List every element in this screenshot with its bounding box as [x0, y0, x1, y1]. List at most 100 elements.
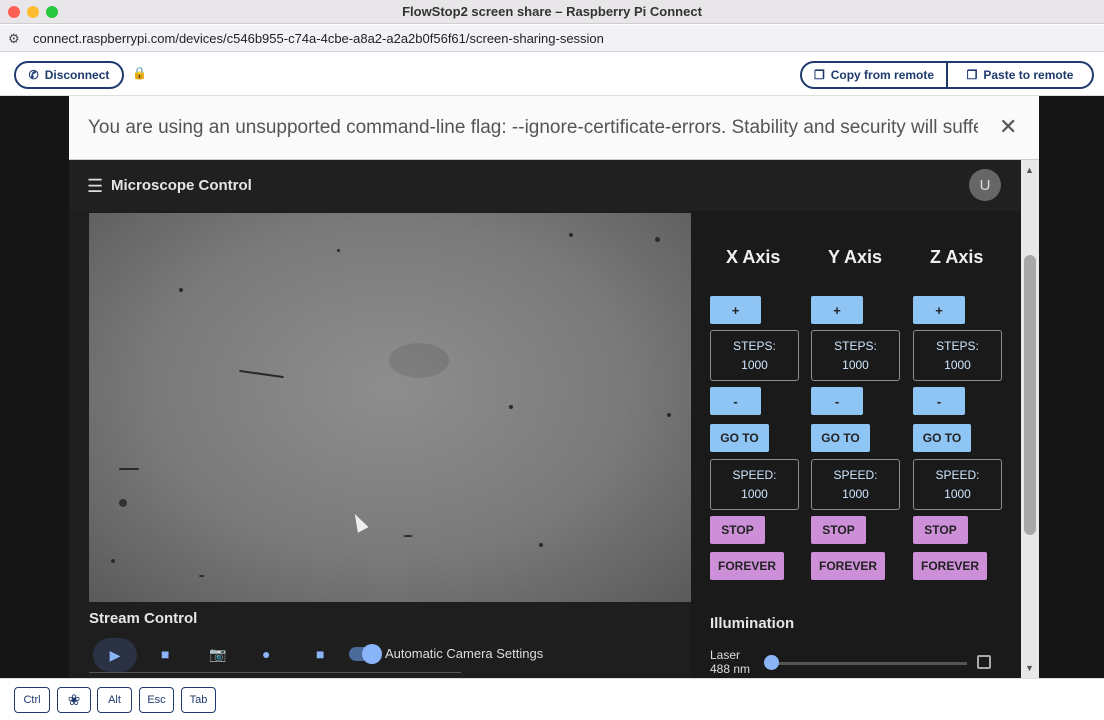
- disconnect-button[interactable]: ✆ Disconnect: [14, 61, 124, 89]
- debris-speck: [119, 499, 127, 507]
- debris-speck: [111, 559, 115, 563]
- clipboard-icon: ❐: [813, 68, 825, 82]
- hamburger-menu-icon[interactable]: ☰: [87, 176, 103, 197]
- debris-speck: [569, 233, 573, 237]
- y-forever-button[interactable]: FOREVER: [811, 552, 885, 580]
- x-speed-value: 1000: [741, 487, 768, 501]
- paste-icon: ❐: [966, 68, 978, 82]
- special-keys-bar: Ctrl ❀ Alt Esc Tab: [0, 678, 1104, 720]
- z-stop-button[interactable]: STOP: [913, 516, 968, 544]
- toggle-knob: [362, 644, 382, 664]
- stream-control-toolbar: ▶ ■ 📷 ● ■ Automatic Camera Settings: [89, 638, 589, 672]
- stream-control-title: Stream Control: [89, 610, 198, 627]
- scroll-down-arrow-icon[interactable]: ▼: [1025, 663, 1034, 673]
- scroll-up-arrow-icon[interactable]: ▲: [1025, 165, 1034, 175]
- window-titlebar: FlowStop2 screen share – Raspberry Pi Co…: [0, 0, 1104, 24]
- close-icon[interactable]: ✕: [999, 114, 1017, 140]
- tab-key-button[interactable]: Tab: [181, 687, 216, 713]
- stop-square-icon[interactable]: ■: [161, 646, 169, 662]
- debris-streak: [119, 468, 139, 470]
- y-speed-value: 1000: [842, 487, 869, 501]
- ctrl-key-button[interactable]: Ctrl: [14, 687, 50, 713]
- page-scrollbar[interactable]: ▲ ▼: [1021, 160, 1039, 678]
- debris-speck: [655, 237, 660, 242]
- clipboard-button-group: ❐ Copy from remote ❐ Paste to remote: [800, 61, 1094, 89]
- x-steps-label: STEPS:: [733, 339, 776, 353]
- z-minus-button[interactable]: -: [913, 387, 965, 415]
- debris-speck: [403, 535, 413, 537]
- debris-streak: [239, 369, 284, 379]
- x-forever-button[interactable]: FOREVER: [710, 552, 784, 580]
- debris-speck: [199, 575, 204, 577]
- play-button[interactable]: ▶: [93, 638, 137, 672]
- url-text[interactable]: connect.raspberrypi.com/devices/c546b955…: [33, 31, 604, 46]
- address-bar[interactable]: ⚙ connect.raspberrypi.com/devices/c546b9…: [0, 25, 1104, 52]
- laser-label: Laser 488 nm: [710, 648, 750, 676]
- y-goto-button[interactable]: GO TO: [811, 424, 870, 452]
- disconnect-label: Disconnect: [44, 68, 110, 82]
- camera-stream-view[interactable]: [89, 213, 691, 602]
- phone-hangup-icon: ✆: [28, 68, 39, 82]
- auto-camera-label: Automatic Camera Settings: [385, 646, 544, 661]
- z-axis-title: Z Axis: [930, 247, 984, 267]
- debris-speck: [179, 288, 183, 292]
- auto-camera-toggle[interactable]: [349, 644, 382, 664]
- x-speed-field[interactable]: SPEED: 1000: [710, 459, 799, 510]
- copy-from-remote-label: Copy from remote: [830, 68, 935, 82]
- avatar[interactable]: U: [969, 169, 1001, 201]
- z-goto-button[interactable]: GO TO: [913, 424, 971, 452]
- remote-screen[interactable]: You are using an unsupported command-lin…: [69, 96, 1039, 678]
- connect-toolbar: ✆ Disconnect 🔒 ❐ Copy from remote ❐ Past…: [0, 52, 1104, 96]
- illumination-title: Illumination: [710, 615, 795, 632]
- x-speed-label: SPEED:: [732, 468, 777, 482]
- x-goto-button[interactable]: GO TO: [710, 424, 769, 452]
- z-steps-value: 1000: [944, 358, 971, 372]
- scrollbar-thumb[interactable]: [1024, 255, 1036, 535]
- x-axis-title: X Axis: [726, 247, 781, 267]
- y-speed-label: SPEED:: [833, 468, 878, 482]
- lock-icon: 🔒: [132, 66, 147, 80]
- z-steps-field[interactable]: STEPS: 1000: [913, 330, 1002, 381]
- debris-speck: [539, 543, 543, 547]
- debris-speck: [337, 249, 340, 252]
- warning-infobar: You are using an unsupported command-lin…: [69, 96, 1039, 160]
- record-icon[interactable]: ●: [262, 646, 270, 662]
- axis-control-panel: X Axis + STEPS: 1000 - GO TO SPEED: 1000…: [691, 211, 1021, 678]
- y-stop-button[interactable]: STOP: [811, 516, 866, 544]
- warning-text: You are using an unsupported command-lin…: [88, 117, 978, 138]
- debris-speck: [667, 413, 671, 417]
- app-title: Microscope Control: [111, 177, 252, 194]
- site-settings-icon[interactable]: ⚙: [8, 31, 20, 47]
- z-plus-button[interactable]: +: [913, 296, 965, 324]
- raspberry-key-icon[interactable]: ❀: [57, 687, 91, 713]
- y-steps-field[interactable]: STEPS: 1000: [811, 330, 900, 381]
- camera-icon[interactable]: 📷: [209, 646, 226, 663]
- y-steps-value: 1000: [842, 358, 869, 372]
- x-steps-field[interactable]: STEPS: 1000: [710, 330, 799, 381]
- laser-slider-track[interactable]: [770, 662, 967, 665]
- z-steps-label: STEPS:: [936, 339, 979, 353]
- y-axis-title: Y Axis: [828, 247, 883, 267]
- window-title: FlowStop2 screen share – Raspberry Pi Co…: [402, 4, 702, 19]
- debris-speck: [509, 405, 513, 409]
- copy-from-remote-button[interactable]: ❐ Copy from remote: [802, 63, 946, 87]
- laser-wavelength: 488 nm: [710, 662, 751, 676]
- x-steps-value: 1000: [741, 358, 768, 372]
- laser-enable-checkbox[interactable]: [977, 655, 991, 669]
- y-speed-field[interactable]: SPEED: 1000: [811, 459, 900, 510]
- alt-key-button[interactable]: Alt: [97, 687, 132, 713]
- x-stop-button[interactable]: STOP: [710, 516, 765, 544]
- z-forever-button[interactable]: FOREVER: [913, 552, 987, 580]
- x-plus-button[interactable]: +: [710, 296, 761, 324]
- laser-slider-thumb[interactable]: [764, 655, 779, 670]
- app-content: Stream Control ▶ ■ 📷 ● ■ Automatic Camer…: [69, 211, 1021, 678]
- stop-recording-icon[interactable]: ■: [316, 646, 324, 662]
- z-speed-field[interactable]: SPEED: 1000: [913, 459, 1002, 510]
- x-minus-button[interactable]: -: [710, 387, 761, 415]
- z-speed-label: SPEED:: [935, 468, 980, 482]
- paste-to-remote-button[interactable]: ❐ Paste to remote: [946, 63, 1092, 87]
- z-speed-value: 1000: [944, 487, 971, 501]
- esc-key-button[interactable]: Esc: [139, 687, 174, 713]
- y-plus-button[interactable]: +: [811, 296, 863, 324]
- y-minus-button[interactable]: -: [811, 387, 863, 415]
